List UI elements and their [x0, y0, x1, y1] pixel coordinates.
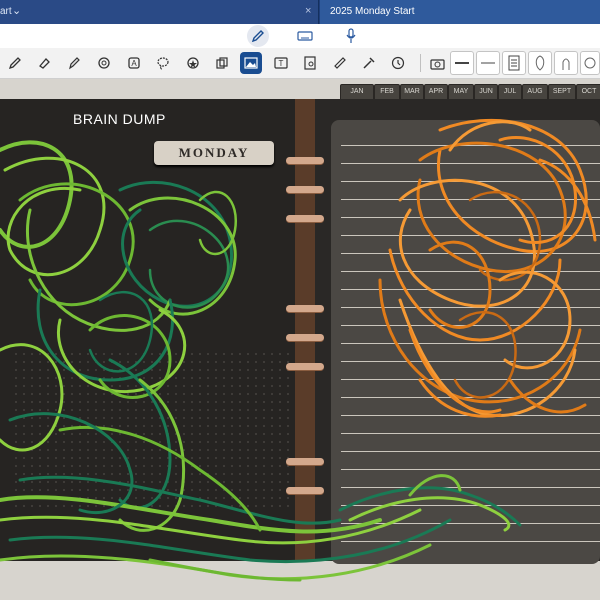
orange-ink-scribble[interactable]	[0, 0, 600, 600]
